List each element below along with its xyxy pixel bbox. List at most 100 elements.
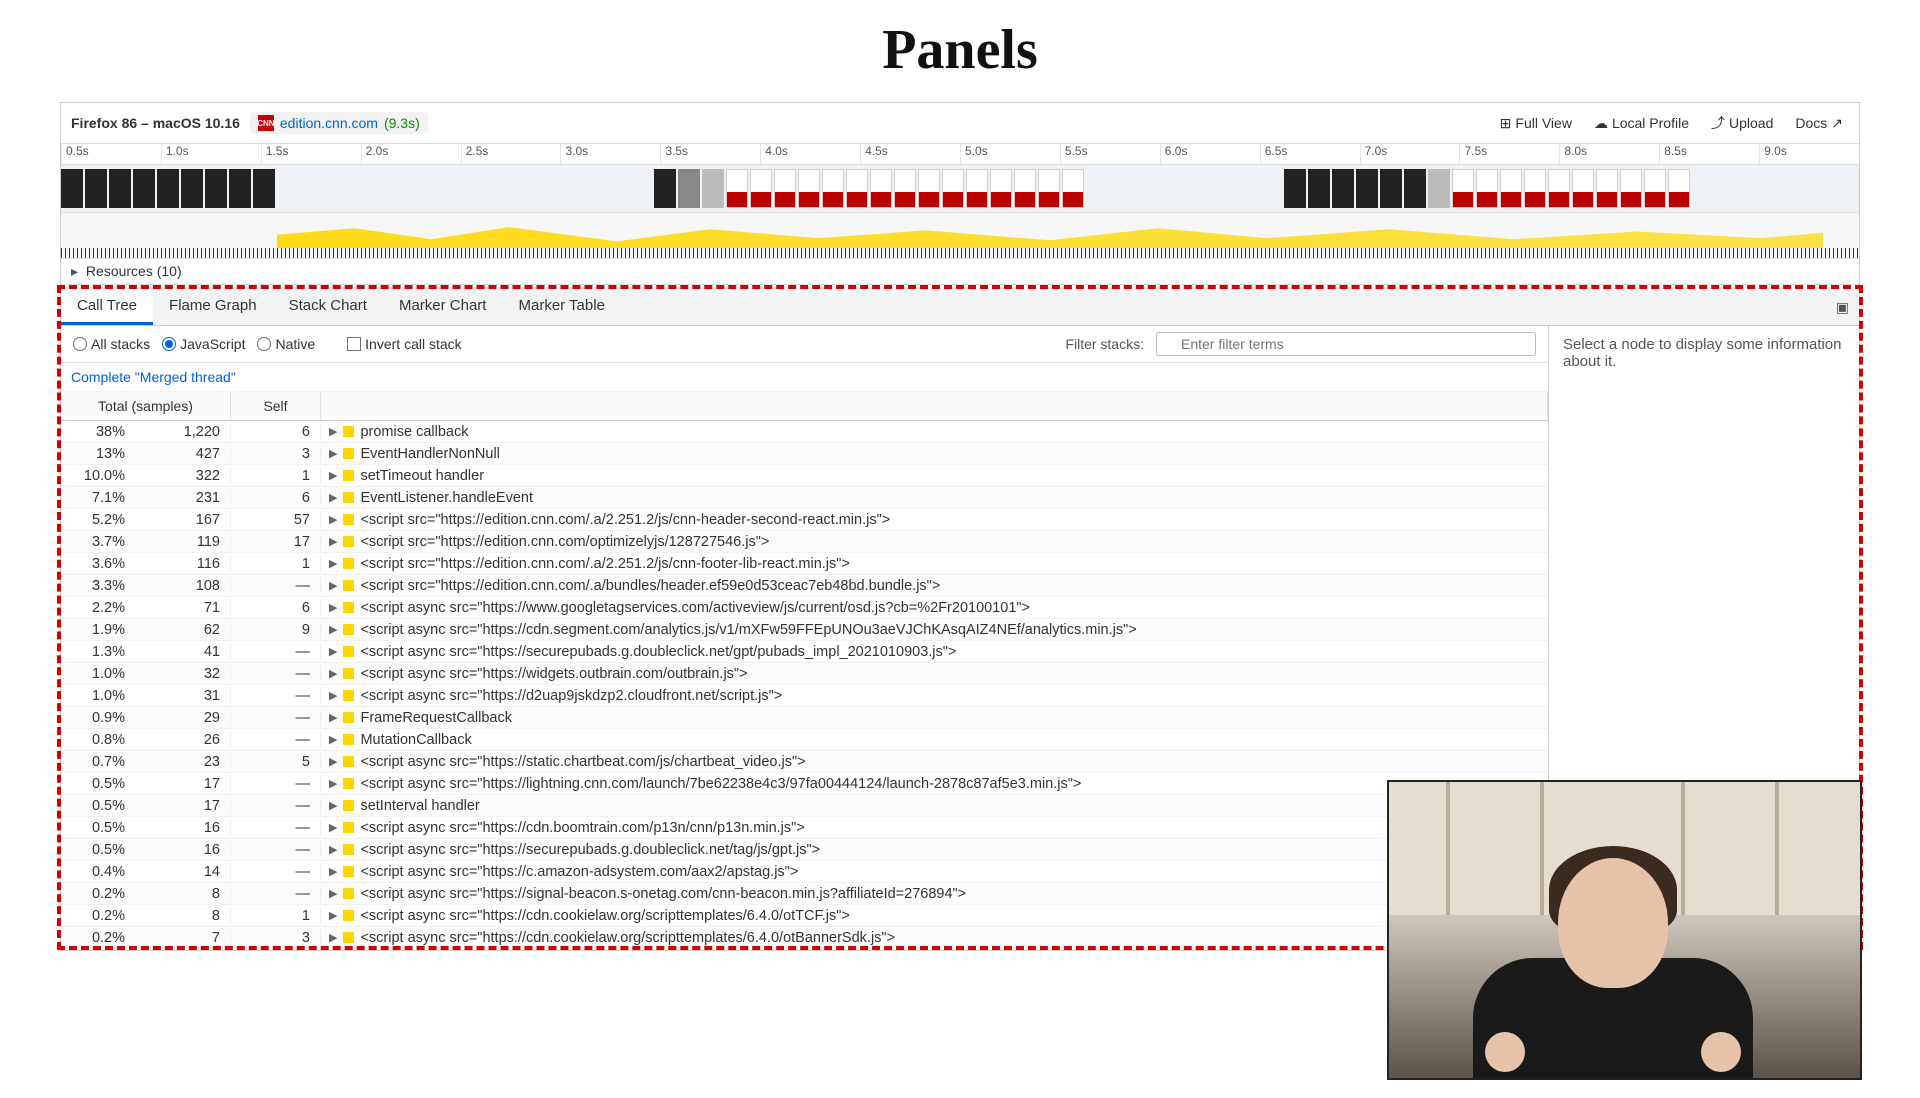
timeline-ruler[interactable]: 0.5s1.0s1.5s2.0s2.5s3.0s3.5s4.0s4.5s5.0s… (61, 143, 1859, 165)
call-tree-row[interactable]: 3.3%108—▶<script src="https://edition.cn… (61, 575, 1548, 597)
radio-native[interactable]: Native (257, 336, 315, 352)
expand-triangle-icon[interactable]: ▶ (329, 601, 337, 614)
row-name: FrameRequestCallback (360, 710, 512, 726)
col-total[interactable]: Total (samples) (61, 392, 231, 420)
full-view-button[interactable]: ⊞ Full View (1494, 111, 1578, 136)
call-tree-row[interactable]: 1.0%31—▶<script async src="https://d2uap… (61, 685, 1548, 707)
call-tree-row[interactable]: 0.9%29—▶FrameRequestCallback (61, 707, 1548, 729)
call-tree-row[interactable]: 7.1%2316▶EventListener.handleEvent (61, 487, 1548, 509)
call-tree-row[interactable]: 0.2%73▶<script async src="https://cdn.co… (61, 927, 1548, 946)
ruler-tick: 6.0s (1160, 144, 1260, 164)
local-profile-button[interactable]: ☁ Local Profile (1588, 111, 1695, 136)
row-self: — (231, 798, 321, 814)
col-self[interactable]: Self (231, 392, 321, 420)
expand-triangle-icon[interactable]: ▶ (329, 887, 337, 900)
expand-triangle-icon[interactable]: ▶ (329, 535, 337, 548)
expand-triangle-icon[interactable]: ▶ (329, 843, 337, 856)
expand-triangle-icon[interactable]: ▶ (329, 733, 337, 746)
category-swatch-icon (343, 822, 354, 833)
call-tree-row[interactable]: 10.0%3221▶setTimeout handler (61, 465, 1548, 487)
call-tree-row[interactable]: 1.3%41—▶<script async src="https://secur… (61, 641, 1548, 663)
expand-triangle-icon[interactable]: ▶ (329, 513, 337, 526)
site-pill[interactable]: CNN edition.cnn.com (9.3s) (250, 112, 428, 134)
expand-triangle-icon[interactable]: ▶ (329, 689, 337, 702)
call-tree-row[interactable]: 0.7%235▶<script async src="https://stati… (61, 751, 1548, 773)
tab-stack-chart[interactable]: Stack Chart (273, 289, 383, 325)
merged-thread-label[interactable]: Complete "Merged thread" (61, 363, 1548, 392)
expand-triangle-icon[interactable]: ▶ (329, 425, 337, 438)
tab-marker-table[interactable]: Marker Table (502, 289, 620, 325)
expand-triangle-icon[interactable]: ▶ (329, 645, 337, 658)
expand-triangle-icon[interactable]: ▶ (329, 579, 337, 592)
call-tree-row[interactable]: 0.5%17—▶setInterval handler (61, 795, 1548, 817)
radio-javascript[interactable]: JavaScript (162, 336, 245, 352)
expand-triangle-icon[interactable]: ▶ (329, 909, 337, 922)
row-count: 322 (131, 468, 231, 484)
resources-row[interactable]: ▸ Resources (10) (61, 259, 1859, 285)
row-pct: 0.2% (61, 908, 131, 924)
activity-graph[interactable] (61, 213, 1859, 259)
call-tree-row[interactable]: 3.7%11917▶<script src="https://edition.c… (61, 531, 1548, 553)
ruler-tick: 2.0s (361, 144, 461, 164)
call-tree-row[interactable]: 1.0%32—▶<script async src="https://widge… (61, 663, 1548, 685)
call-tree-row[interactable]: 0.5%17—▶<script async src="https://light… (61, 773, 1548, 795)
tab-flame-graph[interactable]: Flame Graph (153, 289, 273, 325)
row-name: <script src="https://edition.cnn.com/.a/… (360, 556, 849, 572)
expand-triangle-icon[interactable]: ▶ (329, 491, 337, 504)
category-swatch-icon (343, 734, 354, 745)
call-tree-row[interactable]: 0.5%16—▶<script async src="https://cdn.b… (61, 817, 1548, 839)
site-favicon-icon: CNN (258, 115, 274, 131)
resources-label: Resources (10) (86, 263, 182, 279)
expand-triangle-icon[interactable]: ▶ (329, 777, 337, 790)
expand-triangle-icon[interactable]: ▶ (329, 447, 337, 460)
call-tree-row[interactable]: 1.9%629▶<script async src="https://cdn.s… (61, 619, 1548, 641)
row-pct: 0.5% (61, 820, 131, 836)
row-name: <script async src="https://lightning.cnn… (360, 776, 1081, 792)
call-tree-row[interactable]: 3.6%1161▶<script src="https://edition.cn… (61, 553, 1548, 575)
expand-triangle-icon[interactable]: ▶ (329, 755, 337, 768)
call-tree-row[interactable]: 38%1,2206▶promise callback (61, 421, 1548, 443)
call-tree-panel: All stacks JavaScript Native Invert call… (61, 326, 1549, 946)
profiler-header: Firefox 86 – macOS 10.16 CNN edition.cnn… (61, 103, 1859, 143)
call-tree-rows[interactable]: 38%1,2206▶promise callback13%4273▶EventH… (61, 421, 1548, 946)
row-name: <script async src="https://static.chartb… (360, 754, 805, 770)
ruler-tick: 1.5s (261, 144, 361, 164)
expand-triangle-icon[interactable]: ▶ (329, 623, 337, 636)
call-tree-row[interactable]: 5.2%16757▶<script src="https://edition.c… (61, 509, 1548, 531)
ruler-tick: 3.0s (560, 144, 660, 164)
expand-triangle-icon[interactable]: ▶ (329, 931, 337, 944)
call-tree-row[interactable]: 2.2%716▶<script async src="https://www.g… (61, 597, 1548, 619)
call-tree-row[interactable]: 13%4273▶EventHandlerNonNull (61, 443, 1548, 465)
call-tree-row[interactable]: 0.8%26—▶MutationCallback (61, 729, 1548, 751)
row-name: <script async src="https://d2uap9jskdzp2… (360, 688, 782, 704)
row-count: 17 (131, 776, 231, 792)
row-self: — (231, 864, 321, 880)
call-tree-row[interactable]: 0.2%81▶<script async src="https://cdn.co… (61, 905, 1548, 927)
sidebar-toggle-button[interactable]: ▣ (1826, 295, 1859, 320)
expand-triangle-icon[interactable]: ▶ (329, 667, 337, 680)
screenshot-filmstrip[interactable] (61, 165, 1859, 213)
tab-call-tree[interactable]: Call Tree (61, 289, 153, 325)
checkbox-invert-call-stack[interactable]: Invert call stack (347, 336, 461, 352)
expand-triangle-icon[interactable]: ▶ (329, 865, 337, 878)
call-tree-row[interactable]: 0.2%8—▶<script async src="https://signal… (61, 883, 1548, 905)
radio-all-stacks[interactable]: All stacks (73, 336, 150, 352)
tab-marker-chart[interactable]: Marker Chart (383, 289, 503, 325)
expand-triangle-icon[interactable]: ▶ (329, 799, 337, 812)
expand-triangle-icon[interactable]: ▶ (329, 711, 337, 724)
row-pct: 38% (61, 424, 131, 440)
row-name: <script async src="https://cdn.segment.c… (360, 622, 1136, 638)
filter-input[interactable] (1156, 332, 1536, 356)
row-pct: 3.3% (61, 578, 131, 594)
expand-triangle-icon[interactable]: ▶ (329, 821, 337, 834)
row-name: <script async src="https://securepubads.… (360, 644, 956, 660)
ruler-tick: 1.0s (161, 144, 261, 164)
upload-button[interactable]: ⤴ Upload (1705, 109, 1779, 137)
row-self: 5 (231, 754, 321, 770)
call-tree-row[interactable]: 0.5%16—▶<script async src="https://secur… (61, 839, 1548, 861)
expand-triangle-icon[interactable]: ▶ (329, 469, 337, 482)
docs-button[interactable]: Docs ↗ (1789, 111, 1849, 136)
expand-triangle-icon[interactable]: ▶ (329, 557, 337, 570)
row-pct: 1.0% (61, 688, 131, 704)
call-tree-row[interactable]: 0.4%14—▶<script async src="https://c.ama… (61, 861, 1548, 883)
